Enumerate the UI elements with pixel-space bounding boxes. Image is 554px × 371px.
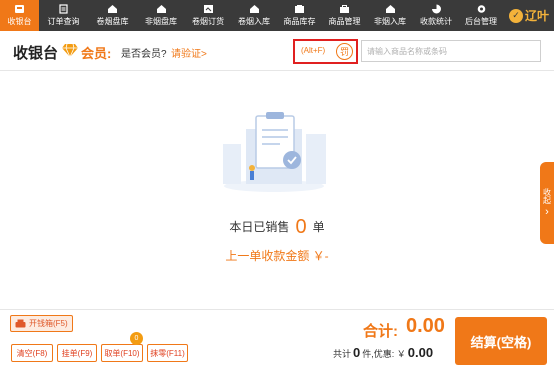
- non-cigarette-stock-icon: [156, 5, 166, 13]
- shortcut-hint: (Alt+F): [301, 46, 326, 55]
- clear-button[interactable]: 清空(F8): [11, 344, 53, 362]
- cigarette-stock-icon: [108, 5, 117, 13]
- logo-icon: ✓: [508, 8, 523, 23]
- discount-label: 优惠: ￥: [373, 349, 406, 359]
- sold-count: 0: [295, 216, 307, 238]
- nav-item-cigarette-stock[interactable]: 卷烟盘库: [88, 0, 137, 31]
- diamond-icon: [62, 43, 78, 57]
- summary-mid: 件,: [362, 349, 374, 359]
- non-cigarette-inbound-icon: [385, 5, 395, 13]
- nav-item-non-cigarette-stock[interactable]: 非烟盘库: [137, 0, 185, 31]
- collapse-tab[interactable]: 收起 ›: [540, 162, 554, 244]
- payment-stats-icon: [431, 4, 441, 14]
- nav-label: 卷烟入库: [238, 17, 270, 26]
- nav-label: 订单查询: [47, 17, 80, 26]
- nav-label: 卷烟盘库: [96, 17, 129, 26]
- cashbox-label: 开钱箱(F5): [29, 319, 68, 328]
- nav-label: 后台管理: [465, 17, 497, 26]
- fine-label: 罚: [339, 47, 349, 57]
- item-count: 0: [353, 345, 361, 360]
- checkout-button[interactable]: 结算(空格): [455, 317, 547, 365]
- held-count-badge: 0: [130, 332, 143, 345]
- nav-label: 卷烟订货: [192, 17, 224, 26]
- nav-item-cashier[interactable]: 收银台: [0, 0, 39, 31]
- page-title: 收银台: [13, 45, 59, 62]
- nav-item-goods-manage[interactable]: 商品管理: [322, 0, 367, 31]
- sold-unit: 单: [312, 220, 325, 234]
- order-summary: 共计 0 件, 优惠: ￥ 0.00: [333, 345, 435, 360]
- discount-value: 0.00: [407, 345, 434, 360]
- cigarette-inbound-icon: [249, 5, 259, 13]
- goods-manage-icon: [340, 5, 349, 13]
- nav-label: 商品库存: [283, 17, 316, 26]
- retrieve-order-button[interactable]: 取单(F10): [101, 344, 143, 362]
- search-input[interactable]: [361, 40, 541, 62]
- total-label: 合计:: [363, 323, 398, 340]
- nav-item-order-query[interactable]: 订单查询: [39, 0, 88, 31]
- brand-logo: ✓ 辽叶: [504, 0, 554, 31]
- open-cashbox-button[interactable]: 开钱箱(F5): [10, 315, 73, 332]
- header-bar: 收银台 会员: 是否会员? 请验证> (Alt+F) 罚: [0, 31, 554, 71]
- nav-item-payment-stats[interactable]: 收款统计: [413, 0, 459, 31]
- nav-label: 商品管理: [328, 17, 361, 26]
- order-icon: [59, 4, 68, 14]
- hold-order-button[interactable]: 挂单(F9): [57, 344, 97, 362]
- nav-item-admin[interactable]: 后台管理: [459, 0, 503, 31]
- cashbox-icon: [15, 319, 26, 328]
- member-question: 是否会员?: [121, 49, 167, 60]
- logo-text: 辽叶: [524, 9, 549, 23]
- verify-member-link[interactable]: 请验证>: [171, 45, 207, 60]
- nav-item-cigarette-inbound[interactable]: 卷烟入库: [231, 0, 277, 31]
- nav-item-goods-stock[interactable]: 商品库存: [277, 0, 322, 31]
- cigarette-order-icon: [203, 5, 213, 13]
- top-nav: 收银台 订单查询 卷烟盘库 非烟盘库 卷烟订货 卷烟入库 商品库存 商品管理 非…: [0, 0, 554, 31]
- nav-item-cigarette-order[interactable]: 卷烟订货: [185, 0, 231, 31]
- round-off-button[interactable]: 抹零(F11): [147, 344, 188, 362]
- empty-state-illustration: [223, 112, 326, 192]
- summary-prefix: 共计: [333, 349, 352, 359]
- cashier-icon: [15, 5, 24, 13]
- fine-button[interactable]: 罚: [336, 43, 353, 60]
- nav-label: 收款统计: [420, 17, 452, 26]
- sold-prefix: 本日已销售: [229, 220, 290, 234]
- last-order-amount: 上一单收款金额 ￥-: [225, 249, 329, 263]
- gear-icon: [477, 5, 485, 13]
- goods-stock-icon: [295, 5, 304, 13]
- nav-label: 非烟盘库: [145, 17, 177, 26]
- chevron-right-icon: ›: [545, 206, 549, 218]
- member-label: 会员:: [81, 46, 112, 61]
- total-value: 0.00: [406, 315, 445, 337]
- nav-label: 收银台: [7, 17, 32, 26]
- today-sales: 本日已销售 0 单: [0, 216, 554, 239]
- nav-label: 非烟入库: [374, 17, 406, 26]
- nav-item-non-cigarette-inbound[interactable]: 非烟入库: [367, 0, 413, 31]
- collapse-label: 收起: [542, 188, 552, 204]
